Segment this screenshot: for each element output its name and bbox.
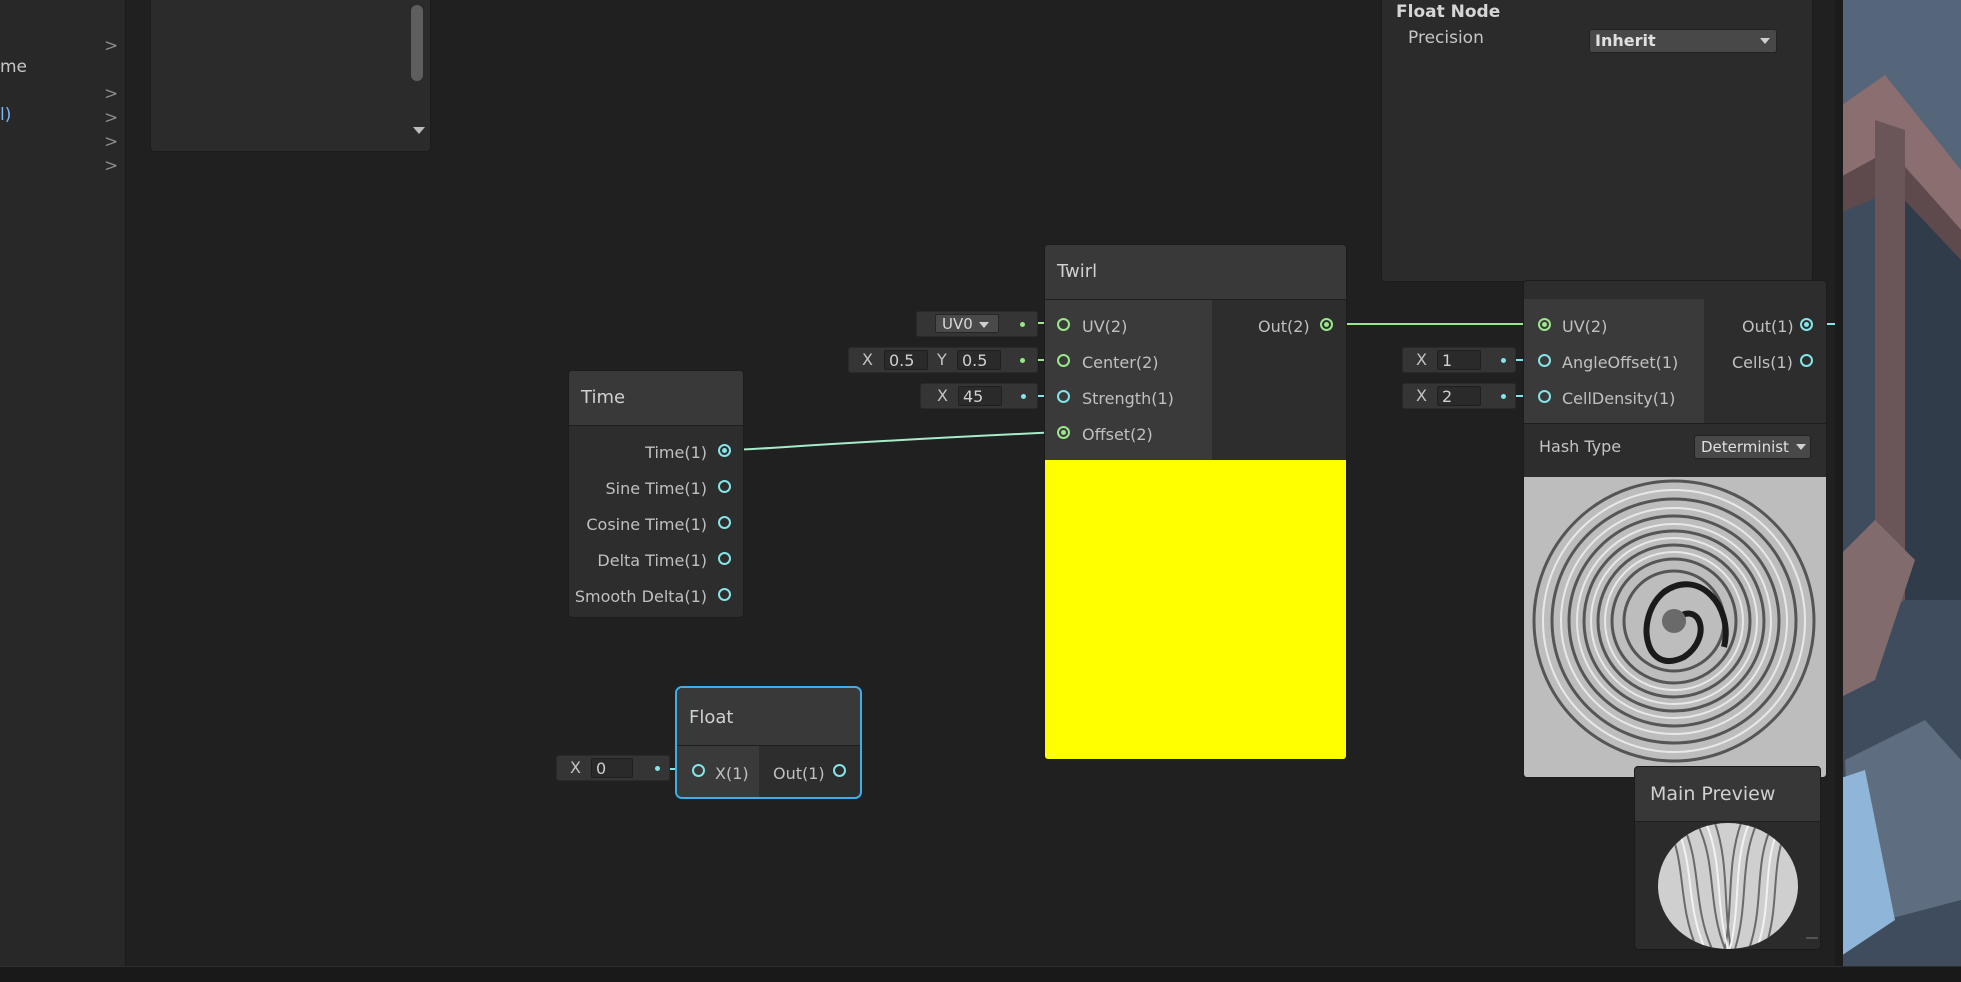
axis-label: X	[1416, 386, 1427, 405]
voronoi-angle-field: X 1	[1402, 347, 1516, 373]
precision-value: Inherit	[1595, 31, 1656, 50]
angle-offset-input[interactable]: 1	[1437, 350, 1481, 370]
voronoi-preview	[1524, 477, 1826, 777]
float-node-header[interactable]: Float	[677, 688, 860, 746]
resize-handle[interactable]	[1806, 937, 1818, 949]
connector-dot	[1020, 322, 1025, 327]
float-output-port[interactable]	[833, 764, 846, 777]
port-label: CellDensity(1)	[1562, 389, 1676, 408]
dropdown-arrow-icon	[1760, 38, 1770, 44]
float-x-input[interactable]: 0	[591, 758, 633, 778]
node-title: Time	[581, 387, 626, 408]
port-label: Out(1)	[773, 764, 825, 783]
twirl-output-port[interactable]	[1320, 318, 1333, 331]
voronoi-angle-input-port[interactable]	[1538, 354, 1551, 367]
delta-time-output-port[interactable]	[718, 552, 731, 565]
main-preview-panel[interactable]: Main Preview	[1634, 766, 1821, 950]
time-node-header[interactable]: Time	[569, 371, 743, 426]
float-x-input-port[interactable]	[692, 764, 705, 777]
dropdown-arrow-icon	[978, 321, 989, 328]
bottom-status-bar	[0, 966, 1961, 982]
main-preview-title: Main Preview	[1650, 783, 1776, 805]
voronoi-out-port[interactable]	[1800, 318, 1813, 331]
precision-dropdown[interactable]: Inherit	[1589, 29, 1777, 53]
center-x-input[interactable]: 0.5	[884, 350, 928, 370]
port-label: Sine Time(1)	[605, 479, 708, 498]
axis-label: X	[937, 386, 948, 405]
hash-type-label: Hash Type	[1539, 437, 1622, 456]
smooth-delta-output-port[interactable]	[718, 588, 731, 601]
float-node[interactable]: Float X(1) Out(1)	[675, 686, 862, 799]
center-y-input[interactable]: 0.5	[957, 350, 1001, 370]
main-preview-sphere[interactable]	[1657, 823, 1799, 949]
precision-label: Precision	[1408, 28, 1484, 48]
connector-dot	[1501, 358, 1506, 363]
twirl-uv-input-port[interactable]	[1057, 318, 1070, 331]
connector-dot	[655, 766, 660, 771]
cell-density-input[interactable]: 2	[1437, 386, 1481, 406]
twirl-center-field: X 0.5 Y 0.5	[848, 347, 1038, 373]
port-label: Smooth Delta(1)	[574, 587, 707, 606]
port-label: UV(2)	[1562, 317, 1608, 336]
main-preview-header[interactable]: Main Preview	[1635, 767, 1820, 822]
twirl-strength-input-port[interactable]	[1057, 390, 1070, 403]
voronoi-node[interactable]: UV(2) AngleOffset(1) CellDensity(1) Out(…	[1523, 280, 1827, 778]
voronoi-cells-port[interactable]	[1800, 354, 1813, 367]
port-label: Delta Time(1)	[597, 551, 707, 570]
voronoi-density-field: X 2	[1402, 383, 1516, 409]
axis-label: X	[570, 758, 581, 777]
strength-input[interactable]: 45	[958, 386, 1002, 406]
twirl-preview	[1045, 460, 1346, 759]
dropdown-arrow-icon	[1796, 444, 1806, 450]
port-label: Cosine Time(1)	[586, 515, 707, 534]
port-label: UV(2)	[1082, 317, 1128, 336]
port-label: Out(2)	[1258, 317, 1310, 336]
hash-type-dropdown[interactable]: Determinist	[1694, 435, 1811, 459]
inspector-title: Float Node	[1396, 2, 1501, 22]
time-to-offset-edge[interactable]	[724, 431, 1061, 451]
port-label: Center(2)	[1082, 353, 1159, 372]
hash-type-value: Determinist	[1701, 438, 1789, 456]
port-label: X(1)	[715, 764, 749, 783]
port-label: Out(1)	[1742, 317, 1794, 336]
twirl-center-input-port[interactable]	[1057, 354, 1070, 367]
voronoi-density-input-port[interactable]	[1538, 390, 1551, 403]
float-x-field: X 0	[556, 755, 670, 781]
twirl-offset-input-port[interactable]	[1057, 426, 1070, 439]
twirl-node-header[interactable]: Twirl	[1045, 245, 1346, 300]
connector-dot	[1021, 394, 1026, 399]
uv-channel-dropdown[interactable]: UV0	[935, 314, 999, 333]
port-label: Time(1)	[645, 443, 707, 462]
port-label: Cells(1)	[1732, 353, 1793, 372]
twirl-strength-field: X 45	[920, 383, 1038, 409]
time-output-port[interactable]	[718, 444, 731, 457]
connector-dot	[1020, 358, 1025, 363]
port-label: Strength(1)	[1082, 389, 1174, 408]
graph-inspector: Float Node Precision Inherit	[1381, 0, 1813, 282]
sine-time-output-port[interactable]	[718, 480, 731, 493]
time-node[interactable]: Time Time(1) Sine Time(1) Cosine Time(1)…	[568, 370, 744, 618]
node-title: Twirl	[1057, 261, 1098, 282]
port-label: AngleOffset(1)	[1562, 353, 1679, 372]
axis-label: X	[1416, 350, 1427, 369]
connector-dot	[1501, 394, 1506, 399]
uv-channel-value: UV0	[942, 315, 973, 333]
node-title: Float	[689, 707, 734, 728]
divider	[1524, 423, 1826, 424]
axis-label: Y	[937, 350, 947, 369]
cosine-time-output-port[interactable]	[718, 516, 731, 529]
axis-label: X	[862, 350, 873, 369]
port-label: Offset(2)	[1082, 425, 1153, 444]
twirl-uv-field: UV0	[916, 311, 1038, 337]
twirl-node[interactable]: Twirl UV(2) Center(2) Strength(1) Offset…	[1044, 244, 1347, 760]
voronoi-uv-input-port[interactable]	[1538, 318, 1551, 331]
